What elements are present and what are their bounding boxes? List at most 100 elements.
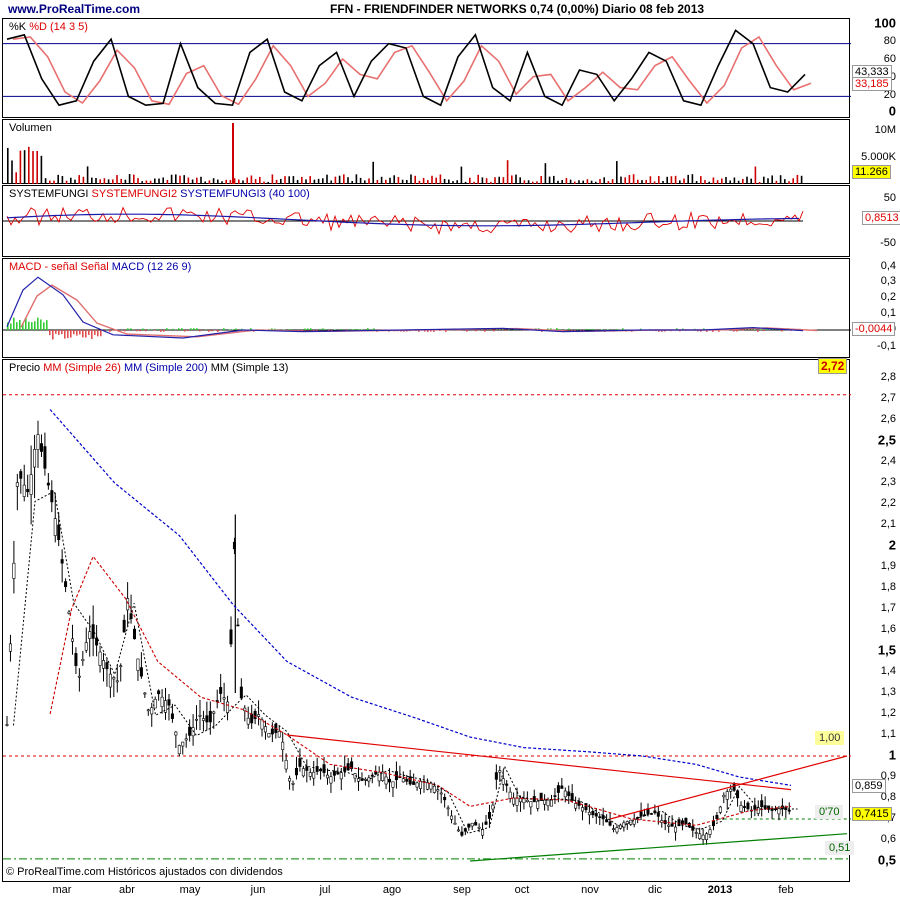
volume-bar xyxy=(679,180,681,184)
volume-bar xyxy=(301,176,303,184)
macd-hist-bar xyxy=(100,330,102,337)
volume-bar xyxy=(574,181,576,184)
candle-body xyxy=(456,829,460,832)
candle-body xyxy=(474,822,478,826)
volume-bar xyxy=(431,175,433,184)
candle-body xyxy=(339,772,343,780)
sma200-tag: 0,859 xyxy=(852,779,886,793)
candle-body xyxy=(105,662,109,670)
macd-hist-bar xyxy=(229,329,231,330)
macd-hist-bar xyxy=(763,330,765,332)
macd-hist-bar xyxy=(145,330,147,332)
fungi-label-3: SYSTEMFUNGI3 xyxy=(180,188,266,200)
volume-bar xyxy=(637,179,639,184)
macd-hist-bar xyxy=(505,330,507,331)
candle-body xyxy=(787,809,791,812)
macd-hist-bar xyxy=(94,330,96,335)
site-name[interactable]: www.ProRealTime.com xyxy=(8,2,140,16)
volume-bar xyxy=(515,174,517,184)
candle-body xyxy=(5,724,9,726)
macd-hist-bar xyxy=(79,330,81,335)
candle-body xyxy=(177,745,181,755)
candle-body xyxy=(498,770,502,773)
macd-hist-bar xyxy=(307,328,309,330)
volume-bar xyxy=(40,155,43,184)
volume-bar xyxy=(565,178,568,184)
price-plot[interactable]: Precio MM (Simple 26) MM (Simple 200) MM… xyxy=(2,359,855,882)
macd-hist-bar xyxy=(70,330,72,338)
candle-body xyxy=(88,631,92,639)
candle-body xyxy=(722,794,726,798)
volume-bar xyxy=(28,146,30,184)
candle-body xyxy=(777,808,781,815)
candle-body xyxy=(8,643,12,652)
volume-bar xyxy=(527,180,530,184)
volume-plot[interactable]: Volumen xyxy=(2,119,850,184)
macd-hist-bar xyxy=(310,328,312,330)
fungi-plot[interactable]: SYSTEMFUNGI SYSTEMFUNGI2 SYSTEMFUNGI3 (4… xyxy=(2,185,850,257)
volume-bar xyxy=(599,179,601,184)
volume-bar xyxy=(590,180,593,184)
macd-plot[interactable]: MACD - señal Señal MACD (12 26 9) xyxy=(2,258,851,358)
volume-bar xyxy=(183,175,185,184)
macd-hist-bar xyxy=(46,320,48,330)
volume-bar xyxy=(406,179,408,184)
stoch-plot[interactable]: %K %D (14 3 5) xyxy=(2,18,851,118)
volume-bar xyxy=(44,178,47,184)
volume-bar xyxy=(561,179,563,184)
macd-hist-bar xyxy=(178,328,180,330)
candle-body xyxy=(201,718,205,721)
volume-bar xyxy=(767,178,769,184)
candle-body xyxy=(39,443,43,452)
candle-body xyxy=(408,776,412,785)
volume-bar xyxy=(158,178,160,184)
stoch-d-line xyxy=(12,35,812,106)
macd-tick: 0,3 xyxy=(880,275,896,287)
sma26-label: MM xyxy=(43,362,62,374)
volume-bar xyxy=(401,179,404,184)
candle-body xyxy=(184,738,188,741)
macd-hist-bar xyxy=(58,330,60,335)
volume-bar xyxy=(683,178,685,184)
fungi-label-1: SYSTEMFUNGI xyxy=(9,188,89,200)
candle-body xyxy=(508,791,512,799)
candle-body xyxy=(325,774,329,779)
macd-label-4: MACD xyxy=(111,261,145,273)
volume-bar xyxy=(523,180,526,184)
candle-body xyxy=(698,833,702,839)
volume-bar xyxy=(200,176,202,184)
macd-hist-bar xyxy=(136,330,138,332)
volume-bar xyxy=(620,176,622,184)
volume-bar xyxy=(162,177,164,184)
volume-bar xyxy=(217,179,219,184)
volume-bar xyxy=(578,180,580,184)
candle-body xyxy=(263,726,267,733)
macd-hist-bar xyxy=(352,329,354,330)
macd-hist-bar xyxy=(757,330,759,332)
macd-hist-bar xyxy=(493,330,495,332)
sma26-params: (Simple 26) xyxy=(64,362,121,374)
candle-body xyxy=(443,796,447,801)
volume-bar xyxy=(649,176,652,184)
candle-body xyxy=(477,826,481,829)
stoch-k-label: %K xyxy=(9,21,27,33)
macd-tick: -0,1 xyxy=(877,340,896,352)
volume-bar xyxy=(687,174,689,184)
volume-bar xyxy=(334,176,337,184)
candle-body xyxy=(729,788,733,792)
price-label: Precio xyxy=(9,362,41,374)
macd-hist-bar xyxy=(484,330,486,332)
volume-tick: 10M xyxy=(874,124,896,136)
macd-hist-bar xyxy=(592,329,594,330)
price-tick: 2,2 xyxy=(880,497,896,509)
macd-hist-bar xyxy=(166,328,168,330)
macd-hist-bar xyxy=(589,329,591,330)
volume-bar xyxy=(553,175,555,184)
candle-body xyxy=(363,778,367,781)
macd-hist-bar xyxy=(319,328,321,330)
volume-bar xyxy=(19,150,22,184)
volume-bar xyxy=(385,179,387,184)
macd-hist-bar xyxy=(160,330,162,332)
volume-bar xyxy=(506,160,509,184)
volume-bar xyxy=(662,180,664,184)
